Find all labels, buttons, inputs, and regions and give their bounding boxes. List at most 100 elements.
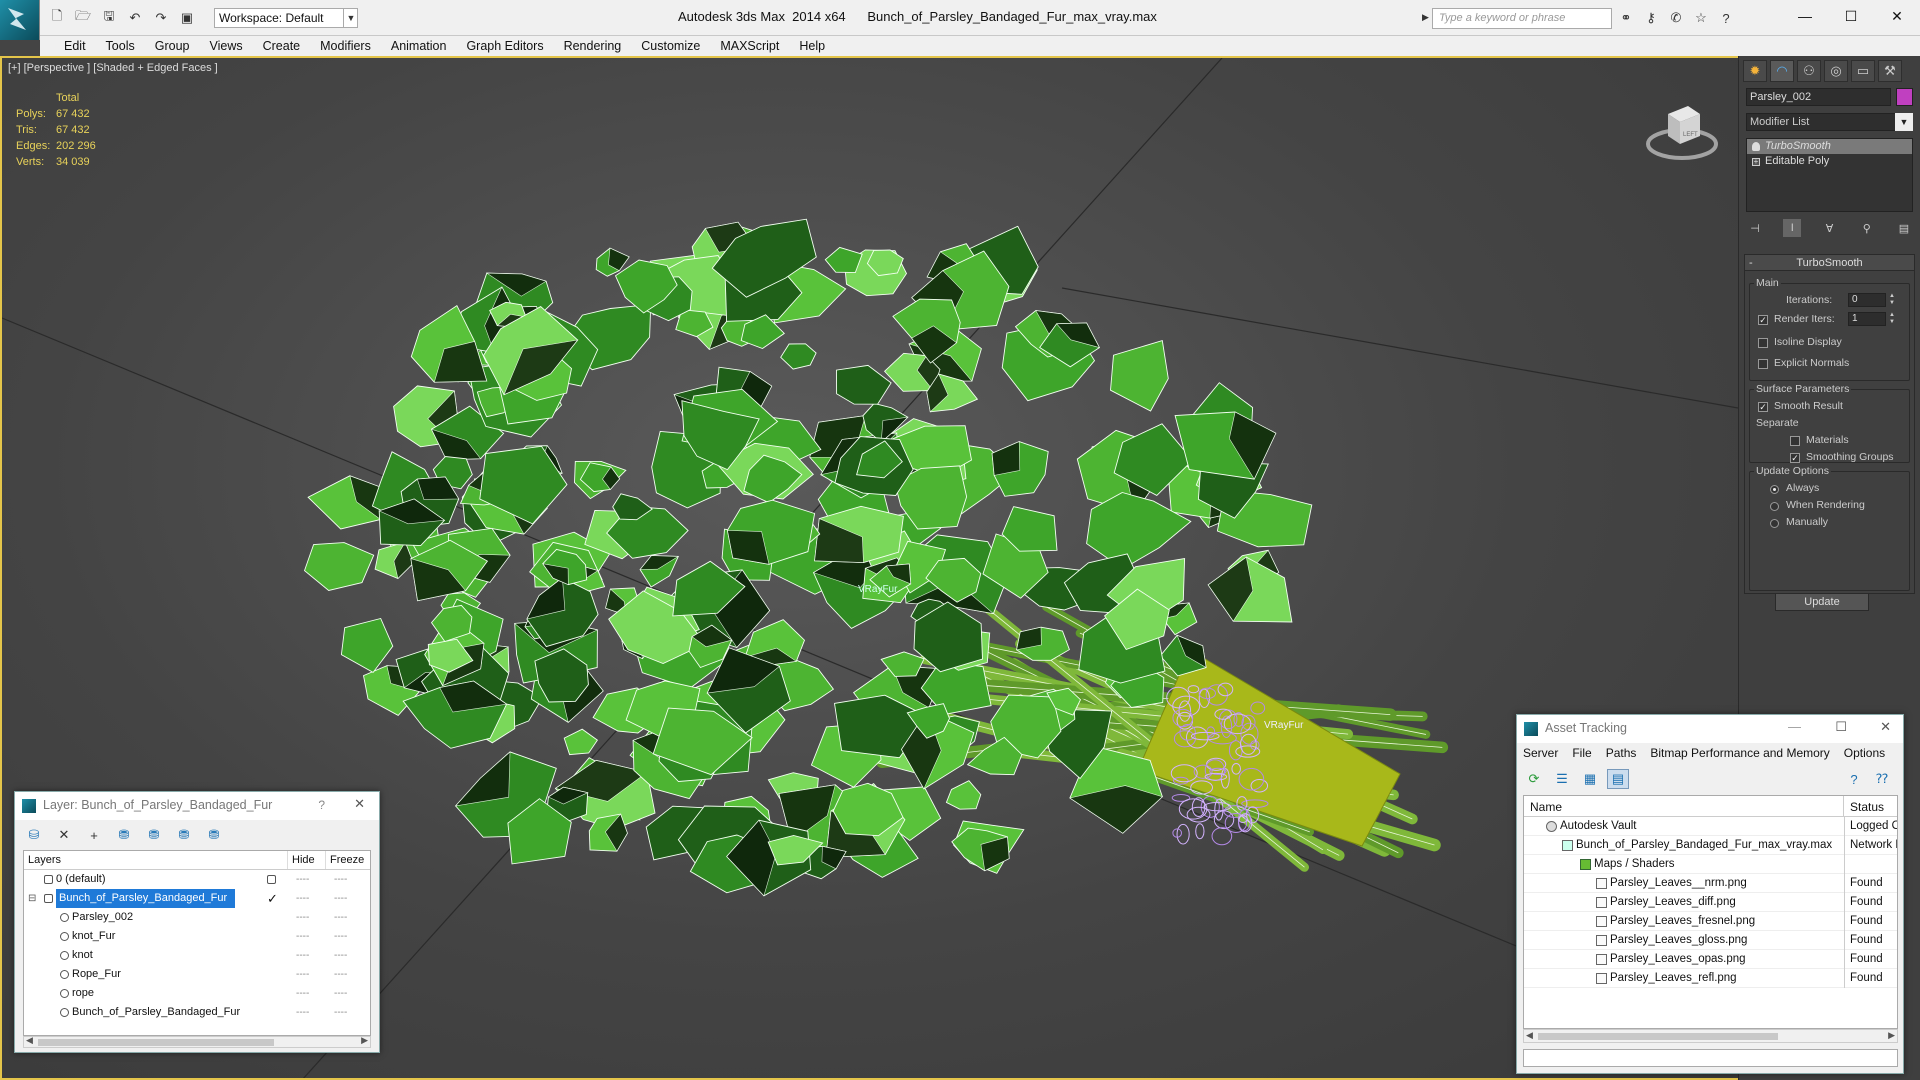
help-icon[interactable]: ?	[1716, 8, 1736, 28]
column-status[interactable]: Status	[1844, 796, 1890, 816]
new-file-icon[interactable]: 🗋	[46, 8, 68, 28]
iterations-spinner[interactable]: 0	[1848, 293, 1886, 307]
help-icon[interactable]: ?	[1843, 769, 1865, 789]
list-view-icon[interactable]: ☰	[1551, 769, 1573, 789]
layer-row[interactable]: rope ---- ----	[24, 984, 370, 1003]
utilities-tab-icon[interactable]: ⚒	[1878, 60, 1902, 82]
smoothing-groups-checkbox[interactable]: ✓	[1790, 453, 1800, 463]
materials-checkbox[interactable]	[1790, 436, 1800, 446]
hide-toggle[interactable]: ----	[296, 1003, 309, 1022]
asset-row[interactable]: Parsley_Leaves_opas.png Found	[1524, 950, 1897, 969]
render-iters-checkbox[interactable]: ✓	[1758, 315, 1768, 325]
search-input[interactable]: Type a keyword or phrase	[1432, 8, 1612, 29]
column-layers[interactable]: Layers	[24, 851, 288, 869]
menu-maxscript[interactable]: MAXScript	[710, 39, 789, 53]
freeze-toggle[interactable]: ----	[334, 1003, 347, 1022]
column-hide[interactable]: Hide	[288, 851, 326, 869]
lightbulb-icon[interactable]	[1752, 142, 1760, 151]
menu-graph-editors[interactable]: Graph Editors	[456, 39, 553, 53]
layer-row[interactable]: Rope_Fur ---- ----	[24, 965, 370, 984]
scrollbar-thumb[interactable]	[1538, 1033, 1778, 1040]
asset-row[interactable]: Parsley_Leaves_diff.png Found	[1524, 893, 1897, 912]
make-unique-icon[interactable]: ∀	[1821, 219, 1839, 237]
menu-bitmap-performance[interactable]: Bitmap Performance and Memory	[1650, 746, 1829, 760]
freeze-toggle[interactable]: ----	[334, 946, 347, 965]
when-rendering-radio[interactable]	[1770, 502, 1779, 511]
collapse-icon[interactable]: -	[1749, 255, 1753, 271]
open-file-icon[interactable]: 🗁	[72, 8, 94, 28]
collapse-icon[interactable]: ⊟	[28, 889, 36, 908]
update-button[interactable]: Update	[1775, 593, 1869, 611]
menu-server[interactable]: Server	[1523, 746, 1558, 760]
asset-row[interactable]: Parsley_Leaves_refl.png Found	[1524, 969, 1897, 988]
refresh-icon[interactable]: ⟳	[1523, 769, 1545, 789]
minimize-icon[interactable]: —	[1782, 0, 1828, 32]
chevron-down-icon[interactable]: ▼	[343, 8, 358, 28]
checkmark-icon[interactable]: ✓	[267, 889, 278, 908]
scrollbar-thumb[interactable]	[38, 1039, 274, 1046]
asset-row[interactable]: Parsley_Leaves_fresnel.png Found	[1524, 912, 1897, 931]
motion-tab-icon[interactable]: ◎	[1824, 60, 1848, 82]
context-help-icon[interactable]: ⁇	[1871, 769, 1893, 789]
object-color-swatch[interactable]	[1896, 88, 1913, 106]
chevron-right-icon[interactable]: ▶	[1422, 12, 1429, 23]
scroll-left-icon[interactable]: ◀	[26, 1035, 33, 1046]
menu-animation[interactable]: Animation	[381, 39, 457, 53]
asset-row[interactable]: Parsley_Leaves_gloss.png Found	[1524, 931, 1897, 950]
hide-toggle[interactable]: ----	[296, 870, 309, 889]
manually-radio[interactable]	[1770, 519, 1779, 528]
chevron-down-icon[interactable]: ▼	[1895, 113, 1913, 131]
asset-row[interactable]: Parsley_Leaves__nrm.png Found	[1524, 874, 1897, 893]
layer-row[interactable]: 0 (default) ---- ----	[24, 870, 370, 889]
workspace-dropdown[interactable]: Workspace: Default	[214, 8, 358, 28]
render-iters-spinner[interactable]: 1	[1848, 312, 1886, 326]
modify-tab-icon[interactable]: ◠	[1770, 60, 1794, 82]
smooth-result-checkbox[interactable]: ✓	[1758, 402, 1768, 412]
horizontal-scrollbar[interactable]: ◀ ▶	[23, 1035, 371, 1048]
freeze-toggle[interactable]: ----	[334, 965, 347, 984]
thumbnail-view-icon[interactable]: ▦	[1579, 769, 1601, 789]
rollout-title[interactable]: - TurboSmooth	[1745, 255, 1914, 271]
binoculars-icon[interactable]: ⚭	[1616, 8, 1636, 28]
freeze-toggle[interactable]: ----	[334, 984, 347, 1003]
maximize-icon[interactable]: ☐	[1828, 0, 1874, 32]
help-button[interactable]: ?	[318, 798, 325, 812]
menu-tools[interactable]: Tools	[96, 39, 145, 53]
scroll-left-icon[interactable]: ◀	[1526, 1030, 1533, 1041]
stack-item-editable-poly[interactable]: + Editable Poly	[1747, 154, 1912, 169]
hide-toggle[interactable]: ----	[296, 984, 309, 1003]
menu-file[interactable]: File	[1572, 746, 1591, 760]
stack-item-turbosmooth[interactable]: TurboSmooth	[1747, 139, 1912, 154]
menu-edit[interactable]: Edit	[54, 39, 96, 53]
freeze-toggle[interactable]: ----	[334, 908, 347, 927]
display-tab-icon[interactable]: ▭	[1851, 60, 1875, 82]
close-icon[interactable]: ✕	[1880, 719, 1891, 735]
scroll-right-icon[interactable]: ▶	[361, 1035, 368, 1046]
layer-row[interactable]: ⊟ Bunch_of_Parsley_Bandaged_Fur ✓ ---- ----	[24, 889, 370, 908]
hide-toggle[interactable]: ----	[296, 927, 309, 946]
expand-plus-icon[interactable]: +	[1752, 158, 1760, 166]
menu-group[interactable]: Group	[145, 39, 200, 53]
save-file-icon[interactable]: 🖫	[98, 8, 120, 28]
always-radio[interactable]	[1770, 485, 1779, 494]
asset-row[interactable]: Bunch_of_Parsley_Bandaged_Fur_max_vray.m…	[1524, 836, 1897, 855]
redo-icon[interactable]: ↷	[150, 8, 172, 28]
undo-icon[interactable]: ↶	[124, 8, 146, 28]
column-name[interactable]: Name	[1524, 796, 1844, 816]
current-layer-box-icon[interactable]	[267, 875, 276, 884]
freeze-all-icon[interactable]: ⛃	[203, 825, 225, 845]
close-icon[interactable]: ✕	[354, 796, 365, 812]
menu-paths[interactable]: Paths	[1606, 746, 1637, 760]
freeze-toggle[interactable]: ----	[334, 870, 347, 889]
menu-rendering[interactable]: Rendering	[554, 39, 632, 53]
remove-modifier-icon[interactable]: ⚲	[1858, 219, 1876, 237]
menu-views[interactable]: Views	[199, 39, 252, 53]
object-name-field[interactable]: Parsley_002	[1746, 88, 1891, 106]
add-to-layer-icon[interactable]: +	[83, 825, 105, 845]
freeze-toggle[interactable]: ----	[334, 927, 347, 946]
spinner-arrows-icon[interactable]: ▲ ▼	[1888, 312, 1896, 326]
layer-row[interactable]: Parsley_002 ---- ----	[24, 908, 370, 927]
asset-row[interactable]: Maps / Shaders	[1524, 855, 1897, 874]
create-layer-icon[interactable]: ⛁	[23, 825, 45, 845]
show-end-result-icon[interactable]: I	[1783, 219, 1802, 237]
